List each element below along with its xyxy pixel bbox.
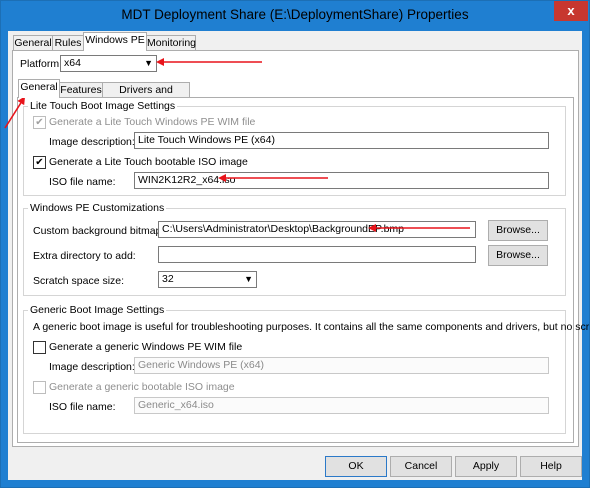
- extra-directory-label: Extra directory to add:: [33, 250, 136, 262]
- generate-lite-touch-wim-label: Generate a Lite Touch Windows PE WIM fil…: [49, 116, 256, 128]
- generate-generic-wim-checkbox[interactable]: [33, 341, 46, 354]
- scratch-space-value: 32: [162, 273, 174, 285]
- chevron-down-icon: ▼: [144, 58, 153, 68]
- tab-label: Rules: [54, 37, 82, 49]
- close-icon: x: [567, 3, 575, 18]
- tab-label: Windows PE: [85, 34, 145, 46]
- generic-image-description-input[interactable]: Generic Windows PE (x64): [134, 357, 549, 374]
- dialog-client-area: General Rules Windows PE Monitoring Plat…: [8, 31, 590, 480]
- subtab-general[interactable]: General: [18, 79, 60, 98]
- generate-generic-wim-label: Generate a generic Windows PE WIM file: [49, 341, 243, 353]
- generate-lite-touch-iso-label: Generate a Lite Touch bootable ISO image: [49, 156, 248, 168]
- tab-label: General: [20, 81, 58, 93]
- generic-iso-name-input[interactable]: Generic_x64.iso: [134, 397, 549, 414]
- tab-label: General: [14, 37, 52, 49]
- scratch-space-label: Scratch space size:: [33, 275, 125, 287]
- tab-rules[interactable]: Rules: [52, 35, 84, 51]
- window-title: MDT Deployment Share (E:\DeploymentShare…: [121, 7, 469, 22]
- platform-select[interactable]: x64 ▼: [60, 55, 157, 72]
- tab-label: Features: [60, 84, 102, 96]
- check-icon: ✔: [35, 157, 44, 168]
- customizations-group-title: Windows PE Customizations: [28, 202, 167, 214]
- properties-dialog: MDT Deployment Share (E:\DeploymentShare…: [0, 0, 590, 488]
- scratch-space-select[interactable]: 32 ▼: [158, 271, 257, 288]
- lite-touch-image-description-input[interactable]: Lite Touch Windows PE (x64): [134, 132, 549, 149]
- cancel-button[interactable]: Cancel: [390, 456, 452, 477]
- platform-value: x64: [64, 57, 81, 69]
- generate-lite-touch-wim-checkbox[interactable]: ✔: [33, 116, 46, 129]
- background-bitmap-input[interactable]: C:\Users\Administrator\Desktop\Backgroun…: [158, 221, 476, 238]
- tab-label: Monitoring: [147, 37, 197, 49]
- title-bar[interactable]: MDT Deployment Share (E:\DeploymentShare…: [1, 1, 589, 31]
- generic-image-description-label: Image description:: [49, 361, 135, 373]
- chevron-down-icon: ▼: [244, 274, 253, 284]
- generate-generic-iso-label: Generate a generic bootable ISO image: [49, 381, 235, 393]
- tab-windows-pe[interactable]: Windows PE: [83, 32, 147, 51]
- apply-button[interactable]: Apply: [455, 456, 517, 477]
- tab-monitoring[interactable]: Monitoring: [146, 35, 196, 51]
- subtab-drivers-and-patches[interactable]: Drivers and Patches: [102, 82, 190, 111]
- lite-touch-iso-name-input[interactable]: WIN2K12R2_x64.iso: [134, 172, 549, 189]
- lite-touch-image-description-label: Image description:: [49, 136, 135, 148]
- generate-lite-touch-iso-checkbox[interactable]: ✔: [33, 156, 46, 169]
- generic-description-text: A generic boot image is useful for troub…: [33, 321, 590, 333]
- subtab-features[interactable]: Features: [59, 82, 103, 98]
- browse-extra-directory-button[interactable]: Browse...: [488, 245, 548, 266]
- lite-touch-iso-name-label: ISO file name:: [49, 176, 116, 188]
- generate-generic-iso-checkbox[interactable]: [33, 381, 46, 394]
- lite-touch-group-title: Lite Touch Boot Image Settings: [28, 100, 178, 112]
- extra-directory-input[interactable]: [158, 246, 476, 263]
- browse-background-button[interactable]: Browse...: [488, 220, 548, 241]
- check-icon: ✔: [35, 117, 44, 128]
- close-button[interactable]: x: [554, 1, 588, 21]
- help-button[interactable]: Help: [520, 456, 582, 477]
- tab-general[interactable]: General: [13, 35, 53, 51]
- generic-iso-name-label: ISO file name:: [49, 401, 116, 413]
- ok-button[interactable]: OK: [325, 456, 387, 477]
- platform-label: Platform:: [20, 58, 63, 70]
- generic-boot-group-title: Generic Boot Image Settings: [28, 304, 167, 316]
